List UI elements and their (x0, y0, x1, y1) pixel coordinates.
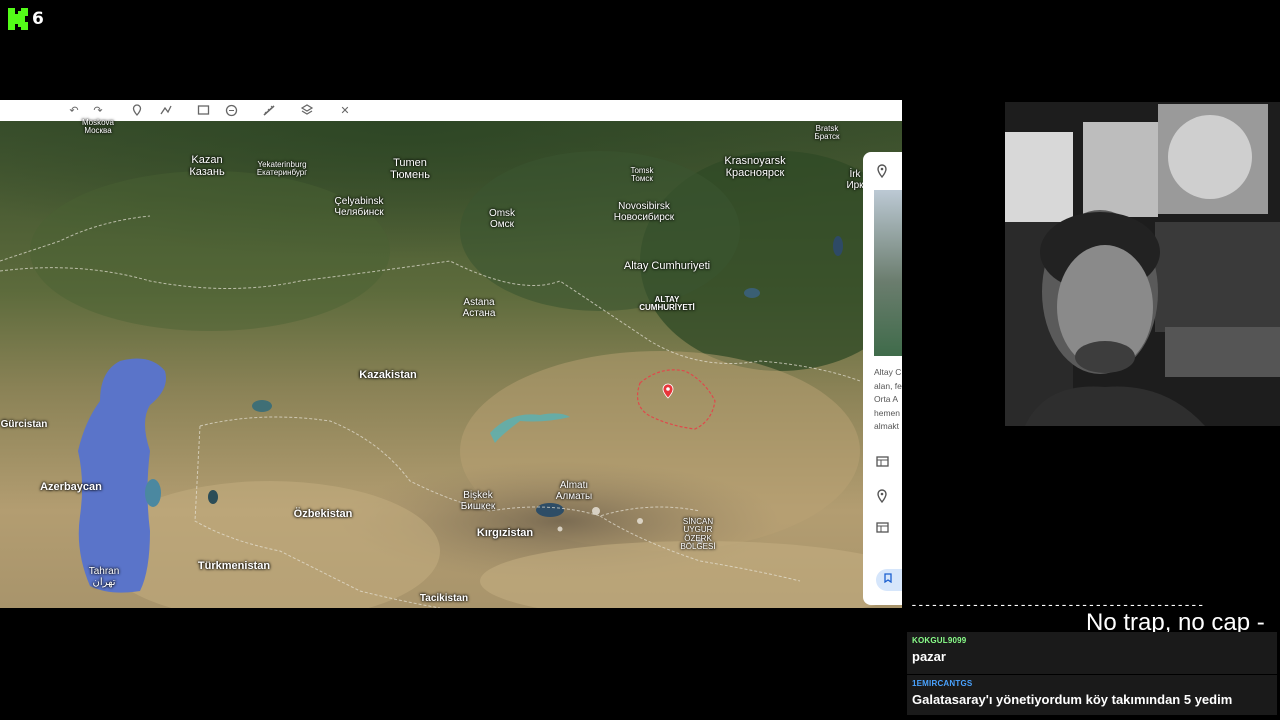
ruler-icon[interactable] (261, 103, 277, 117)
label-tacikistan: Tacikistan (419, 593, 469, 604)
label-krasnoyarsk-cyrillic: Красноярск (725, 166, 785, 179)
label-kazakistan: Kazakistan (359, 369, 417, 381)
label-novosibirsk: Novosibirsk Новосибирск (613, 201, 675, 223)
label-biskek: Bişkek Бишкек (460, 490, 496, 512)
stack-icon[interactable] (299, 103, 315, 117)
label-biskek-latin: Bişkek (463, 490, 493, 501)
desc-line: hemen (874, 407, 900, 418)
place-info-panel: Altay C alan, fe Orta A hemen almakt (863, 152, 902, 605)
reader-mode-icon[interactable] (875, 522, 889, 536)
label-yekaterinburg: Yekaterinburg Екатеринбург (256, 160, 308, 178)
path-icon[interactable] (158, 103, 174, 117)
desc-line: Altay C (874, 367, 902, 377)
kick-logo-icon (8, 8, 28, 30)
label-krasnoyarsk: Krasnoyarsk Красноярск (724, 155, 786, 179)
label-celyabinsk-cyrillic: Челябинск (334, 206, 384, 218)
location-pin-icon[interactable] (875, 164, 889, 179)
label-tumen-cyrillic: Тюмень (390, 168, 430, 181)
label-tahran: Tahran تهران (88, 566, 120, 588)
label-omsk-latin: Omsk (488, 208, 516, 219)
label-kirgizistan: Kırgızistan (476, 527, 534, 539)
label-astana-cyrillic: Астана (462, 307, 496, 319)
measure-icon[interactable] (223, 103, 239, 117)
label-yekaterinburg-cyrillic: Екатеринбург (256, 168, 308, 178)
label-irk-cyrillic: Ирк (846, 179, 864, 191)
webcam-image (1005, 102, 1280, 426)
undo-icon[interactable]: ↶ (66, 103, 82, 117)
close-icon[interactable]: ✕ (337, 103, 353, 117)
chat-message: 1EMIRCANTGS Galatasaray'ı yönetiyordum k… (907, 675, 1277, 715)
place-description: Altay C alan, fe Orta A hemen almakt (874, 366, 902, 434)
chat-username[interactable]: 1EMIRCANTGS (912, 679, 1272, 688)
label-irk: İrk Ирк (846, 169, 864, 191)
label-moskova: Moskova Москва (82, 118, 114, 136)
chat-message: KOKGUL9099 pazar (907, 632, 1277, 674)
label-turkmenistan: Türkmenistan (197, 560, 271, 572)
label-gurcistan: Gürcistan (0, 419, 48, 430)
label-tahran-latin: Tahran (88, 566, 120, 577)
label-almati-cyrillic: Алматы (555, 490, 593, 502)
label-irk-latin: İrk (849, 169, 861, 180)
label-sincan: SİNCAN UYGUR ÖZERK BÖLGESİ (680, 517, 716, 552)
location-pin-icon[interactable] (875, 489, 889, 504)
chat-text: Galatasaray'ı yönetiyordum köy takımında… (912, 692, 1233, 707)
map-window[interactable]: ↶ ↷ ✕ Moskova Москва Kazan Казань Yekate… (0, 100, 902, 608)
label-biskek-cyrillic: Бишкек (460, 500, 496, 512)
pin-icon[interactable] (129, 103, 145, 117)
redo-icon[interactable]: ↷ (90, 103, 106, 117)
label-astana: Astana Астана (462, 297, 496, 319)
desc-line: alan, fe (874, 380, 902, 391)
label-omsk: Omsk Омск (488, 208, 516, 230)
chat-username[interactable]: KOKGUL9099 (912, 636, 1272, 645)
satellite-map[interactable]: Moskova Москва Kazan Казань Yekaterinburg Е… (0, 118, 902, 608)
label-tumen-latin: Tumen (393, 157, 427, 169)
label-kazan-cyrillic: Казань (189, 165, 225, 178)
label-krasnoyarsk-latin: Krasnoyarsk (724, 155, 786, 167)
terrain-layer (0, 121, 902, 608)
reader-mode-icon[interactable] (875, 456, 889, 470)
label-novosibirsk-latin: Novosibirsk (618, 201, 670, 212)
label-kazan-latin: Kazan (191, 154, 223, 166)
label-tomsk-cyrillic: Томск (631, 174, 653, 184)
label-sincan-4: BÖLGESİ (680, 542, 716, 552)
place-photo[interactable] (874, 190, 902, 356)
desc-line: almakt (874, 421, 900, 431)
marker-label: ALTAY CUMHURİYETİ (639, 295, 695, 313)
label-kazan: Kazan Казань (189, 154, 225, 178)
label-almati: Almatı Алматы (555, 480, 593, 502)
label-celyabinsk-latin: Çelyabinsk (334, 196, 384, 207)
label-altay-cumhuriyeti: Altay Cumhuriyeti (623, 260, 711, 272)
label-celyabinsk: Çelyabinsk Челябинск (334, 196, 384, 218)
label-moskova-cyrillic: Москва (84, 126, 112, 136)
label-tahran-persian: تهران (92, 576, 116, 588)
map-toolbar: ↶ ↷ ✕ (0, 100, 902, 122)
webcam-feed (1005, 102, 1280, 426)
label-tomsk: Tomsk Томск (630, 166, 653, 184)
label-tumen: Tumen Тюмень (390, 157, 430, 181)
chat-text: pazar (912, 649, 946, 664)
desc-line: Orta A (874, 394, 899, 404)
stream-badge: 6 (8, 8, 44, 30)
label-azerbaycan: Azerbaycan (40, 481, 102, 493)
label-almati-latin: Almatı (559, 480, 589, 491)
bookmark-icon[interactable] (876, 569, 902, 591)
label-omsk-cyrillic: Омск (489, 218, 515, 230)
label-bratsk-cyrillic: Братск (814, 132, 840, 142)
label-astana-latin: Astana (463, 297, 495, 308)
label-bratsk: Bratsk Братск (814, 124, 840, 142)
viewer-count: 6 (32, 9, 44, 29)
label-novosibirsk-cyrillic: Новосибирск (613, 211, 675, 223)
layers-icon[interactable] (195, 103, 211, 117)
label-ozbekistan: Özbekistan (293, 508, 353, 520)
